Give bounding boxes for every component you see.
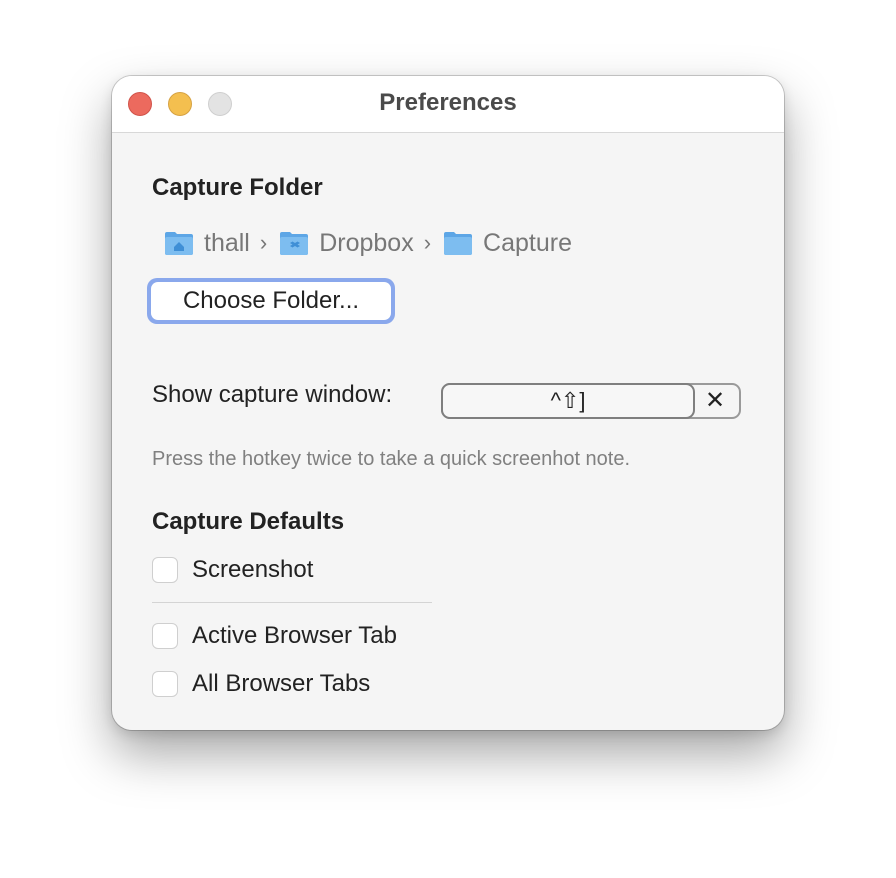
title-bar: Preferences [112, 76, 784, 133]
hotkey-hint: Press the hotkey twice to take a quick s… [152, 448, 631, 470]
capture-defaults-heading: Capture Defaults [152, 508, 345, 535]
hotkey-field[interactable]: ^⇧] [441, 383, 695, 419]
choose-folder-focus-ring: Choose Folder... [147, 278, 395, 324]
folder-icon [444, 232, 473, 255]
checkbox[interactable] [152, 557, 178, 583]
dropbox-folder-icon [280, 232, 309, 255]
preferences-window: Preferences Capture Folder thall › Dropb… [112, 76, 784, 730]
checkbox-label: Screenshot [192, 556, 314, 583]
checkbox-all-browser-tabs[interactable]: All Browser Tabs [152, 670, 370, 698]
home-folder-icon [165, 232, 193, 255]
hotkey-label: Show capture window: [152, 381, 393, 408]
path-item-dropbox[interactable]: Dropbox [279, 229, 414, 258]
window-title: Preferences [379, 89, 517, 116]
folder-path: thall › Dropbox › Capture [164, 226, 572, 260]
checkbox[interactable] [152, 671, 178, 697]
path-item-label: thall [204, 228, 250, 257]
close-icon: ✕ [704, 387, 726, 414]
clear-hotkey-button[interactable]: ✕ [697, 385, 733, 417]
chevron-right-icon: › [423, 230, 432, 255]
hotkey-recorder: ^⇧] ✕ [441, 383, 741, 419]
checkbox-label: All Browser Tabs [192, 670, 371, 697]
path-item-home[interactable]: thall [164, 229, 250, 258]
path-item-capture[interactable]: Capture [443, 229, 572, 258]
capture-folder-heading: Capture Folder [152, 174, 323, 201]
checkbox-screenshot[interactable]: Screenshot [152, 556, 313, 584]
chevron-right-icon: › [259, 230, 268, 255]
checkbox-label: Active Browser Tab [192, 622, 397, 649]
checkbox[interactable] [152, 623, 178, 649]
divider [152, 602, 432, 603]
choose-folder-button[interactable]: Choose Folder... [151, 282, 391, 320]
path-item-label: Capture [483, 228, 572, 257]
checkbox-active-browser-tab[interactable]: Active Browser Tab [152, 622, 397, 650]
path-item-label: Dropbox [319, 228, 414, 257]
